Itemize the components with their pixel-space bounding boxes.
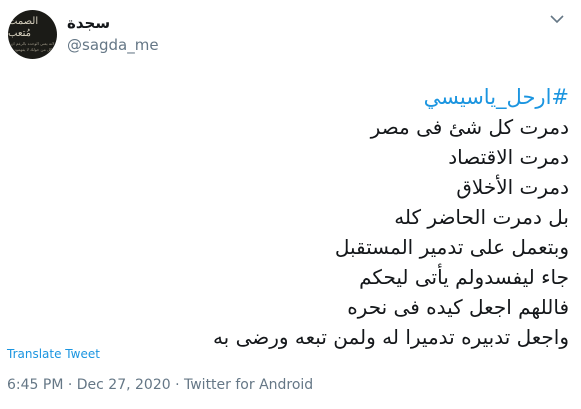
chevron-down-icon[interactable] bbox=[548, 12, 566, 26]
avatar[interactable]: الصمت مُتعب لانه يعني الوحده بالرغم ان ك… bbox=[8, 10, 57, 59]
tweet-line: بل دمرت الحاضر كله bbox=[394, 205, 569, 229]
author-handle[interactable]: @sagda_me bbox=[67, 36, 159, 54]
hashtag-link[interactable]: #ارحل_ياسيسي bbox=[249, 82, 569, 112]
tweet-line: دمرت الأخلاق bbox=[456, 175, 569, 199]
tweet-line: واجعل تدبيره تدميرا له ولمن تبعه ورضى به bbox=[212, 325, 569, 349]
tweet-line: دمرت الاقتصاد bbox=[448, 145, 569, 169]
avatar-text: الصمت مُتعب bbox=[8, 16, 39, 39]
tweet-line: جاء ليفسدولم يأتى ليحكم bbox=[359, 265, 569, 289]
author-name[interactable]: سجدة bbox=[67, 14, 110, 32]
tweet-line: فاللهم اجعل كيده فى نحره bbox=[347, 295, 569, 319]
tweet-text: #ارحل_ياسيسي دمرت كل شئ فى مصر دمرت الاق… bbox=[212, 82, 569, 352]
tweet-line: وبتعمل على تدمير المستقبل bbox=[334, 235, 569, 259]
tweet-line: دمرت كل شئ فى مصر bbox=[370, 115, 569, 139]
avatar-subtext: كل من حولك لا يفهمون bbox=[13, 47, 52, 52]
tweet-timestamp[interactable]: 6:45 PM · Dec 27, 2020 · Twitter for And… bbox=[7, 377, 313, 393]
translate-tweet-link[interactable]: Translate Tweet bbox=[7, 347, 100, 361]
